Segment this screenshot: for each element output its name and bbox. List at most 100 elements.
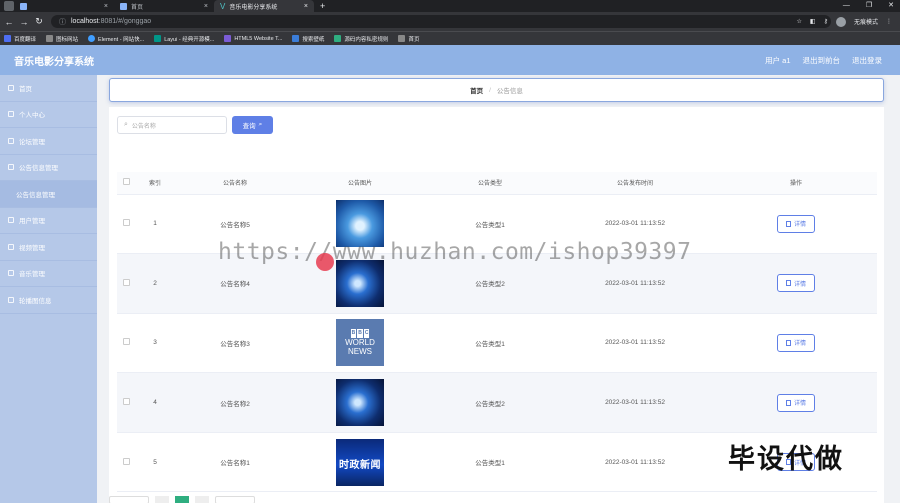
vue-logo-icon: V: [220, 1, 226, 11]
current-user-link[interactable]: 用户 a1: [765, 55, 790, 66]
detail-button[interactable]: 详情: [777, 333, 815, 352]
new-tab-button[interactable]: +: [320, 1, 325, 11]
breadcrumb-home[interactable]: 首页: [470, 85, 483, 95]
time-cell: 2022-03-01 11:13:52: [555, 372, 715, 433]
table-header-row: 索引 公告名称 公告图片 公告类型 公告发布时间 操作: [117, 172, 877, 195]
home-icon: [8, 84, 14, 91]
forward-icon[interactable]: →: [18, 17, 30, 27]
sidebar-item-notice[interactable]: 公告信息管理: [0, 181, 97, 208]
row-checkbox[interactable]: [122, 457, 130, 465]
row-checkbox[interactable]: [122, 278, 130, 286]
star-icon[interactable]: ☆: [797, 18, 802, 25]
toolbar-right: ☆ ◧ ⚷ 无痕模式 ⋮: [797, 16, 892, 27]
sidebar-item-profile[interactable]: 个人中心: [0, 102, 97, 128]
reload-icon[interactable]: ↻: [33, 16, 45, 27]
logout-link[interactable]: 退出登录: [852, 55, 882, 66]
browser-tab-2[interactable]: 首页 ×: [114, 0, 214, 12]
detail-button[interactable]: 详情: [777, 393, 815, 412]
tab-favicon: [20, 2, 27, 10]
profile-label[interactable]: 无痕模式: [854, 17, 878, 26]
video-icon: [8, 243, 14, 250]
sidebar-item-home[interactable]: 首页: [0, 75, 97, 102]
url-input[interactable]: ⓘ localhost:8081/#/gonggao: [51, 15, 831, 28]
sidebar-item-music[interactable]: 音乐管理: [0, 261, 97, 287]
bookmark-item[interactable]: 源码内容私密规则: [334, 35, 388, 43]
bookmark-item[interactable]: 百度翻译: [4, 35, 36, 43]
select-cell: [117, 313, 135, 374]
column-header: 公告发布时间: [555, 172, 715, 195]
bookmark-icon: [88, 35, 96, 42]
close-window-icon[interactable]: ✕: [888, 0, 894, 12]
header-links: 用户 a1 退出到前台 退出登录: [765, 55, 882, 66]
bookmark-item[interactable]: Element - 网站快...: [88, 35, 144, 43]
page-number-active[interactable]: [175, 496, 189, 503]
bookmark-item[interactable]: 图标网站: [46, 35, 78, 43]
window-controls: — ❐ ✕: [843, 0, 894, 12]
select-all-checkbox[interactable]: [122, 178, 130, 186]
key-icon[interactable]: ⚷: [824, 18, 828, 25]
image-caption: 时政新闻: [339, 459, 381, 471]
select-cell: [117, 372, 135, 433]
document-icon: [785, 399, 791, 406]
detail-button[interactable]: 详情: [777, 274, 815, 293]
bookmark-item[interactable]: 首页: [398, 35, 419, 43]
sidebar-item-notice-group[interactable]: 公告信息管理: [0, 155, 97, 181]
maximize-icon[interactable]: ❐: [866, 0, 872, 12]
notice-image: [336, 259, 384, 307]
action-cell: 详情: [715, 313, 877, 374]
type-cell: 公告类型1: [425, 313, 555, 374]
close-icon[interactable]: ×: [204, 3, 208, 10]
action-cell: 详情: [715, 253, 877, 314]
more-icon[interactable]: ⋮: [886, 18, 892, 25]
name-cell: 公告名称3: [175, 313, 295, 374]
bookmark-item[interactable]: HTML5 Website T...: [224, 35, 282, 42]
image-cell: [295, 194, 425, 255]
info-icon: ⓘ: [59, 18, 66, 26]
notice-icon: [8, 164, 14, 171]
browser-tab-active[interactable]: V 音乐电影分享系统 ×: [214, 0, 314, 12]
document-icon: [785, 220, 791, 227]
search-button[interactable]: 查询 ⌕: [232, 116, 273, 134]
sidebar-item-video[interactable]: 视频管理: [0, 234, 97, 261]
row-checkbox[interactable]: [122, 219, 130, 227]
image-caption: WORLD NEWS: [345, 338, 375, 357]
back-icon[interactable]: ←: [3, 17, 15, 27]
search-input[interactable]: ⌕ 公告名称: [117, 116, 227, 134]
sidebar-item-users[interactable]: 用户管理: [0, 208, 97, 234]
close-icon[interactable]: ×: [304, 3, 308, 10]
sidebar-item-forum[interactable]: 论坛管理: [0, 128, 97, 155]
column-header: 操作: [715, 172, 877, 195]
bookmark-icon: [334, 35, 342, 42]
close-icon[interactable]: ×: [104, 3, 108, 10]
prev-page-button[interactable]: [155, 496, 169, 503]
profile-avatar[interactable]: [835, 16, 846, 27]
detail-button[interactable]: 详情: [777, 214, 815, 233]
notice-image: B B C WORLD NEWS: [336, 319, 384, 367]
type-cell: 公告类型1: [425, 432, 555, 493]
breadcrumb-separator: /: [489, 86, 491, 94]
bookmark-icon: [46, 35, 54, 42]
table-row: 3 公告名称3 B B C WORLD NEWS 公告类型1 2022-03-01 1…: [117, 313, 877, 374]
action-cell: 详情: [715, 194, 877, 255]
page-jump-input[interactable]: [215, 496, 255, 503]
minimize-icon[interactable]: —: [843, 0, 850, 12]
column-header: 公告图片: [295, 172, 425, 195]
row-checkbox[interactable]: [122, 338, 130, 346]
breadcrumb: 首页 / 公告信息: [109, 78, 884, 102]
action-cell: 详情: [715, 372, 877, 433]
browser-menu-icon[interactable]: [4, 1, 14, 11]
browser-tab-1[interactable]: ×: [14, 0, 114, 12]
image-cell: [295, 372, 425, 433]
bookmark-item[interactable]: Layui - 经典开源模...: [154, 35, 214, 43]
search-icon: ⌕: [258, 121, 263, 128]
page-size-select[interactable]: [109, 496, 149, 503]
go-frontend-link[interactable]: 退出到前台: [803, 55, 841, 66]
next-page-button[interactable]: [195, 496, 209, 503]
extension-icon[interactable]: ◧: [810, 18, 816, 25]
row-checkbox[interactable]: [122, 398, 130, 406]
music-icon: [8, 270, 14, 277]
bookmark-item[interactable]: 搜索壁纸: [292, 35, 324, 43]
time-cell: 2022-03-01 11:13:52: [555, 313, 715, 374]
sidebar-item-carousel[interactable]: 轮播图信息: [0, 287, 97, 314]
bbc-logo-icon: B: [357, 329, 363, 339]
